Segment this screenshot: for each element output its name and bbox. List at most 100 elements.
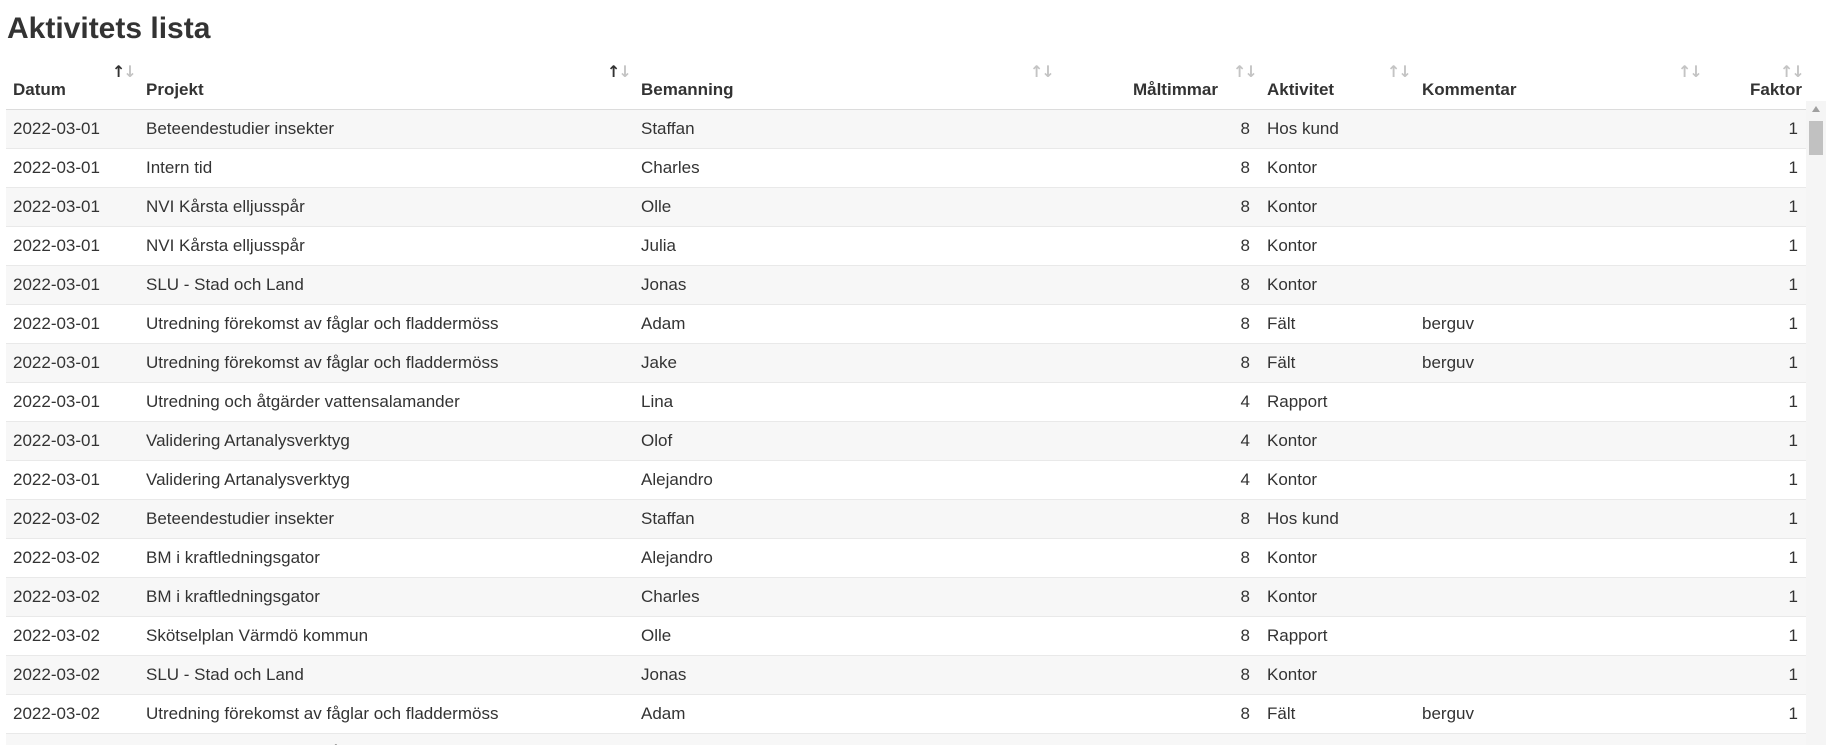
sort-icon[interactable]: ↑↓ (112, 62, 137, 81)
cell-projekt: Utredning förekomst av fåglar och fladde… (139, 694, 634, 734)
table-row[interactable]: 2022-03-02 Beteendestudier insekter Staffa… (6, 499, 1806, 539)
cell-bemanning: Staffan (634, 109, 1057, 149)
cell-faktor: 1 (1743, 265, 1806, 305)
column-label: Måltimmar (1132, 80, 1218, 99)
cell-aktivitet: Rapport (1260, 382, 1415, 422)
table-row[interactable]: 2022-03-02Utredning förekomst av fåglar … (6, 694, 1806, 734)
cell-projekt: Beteendestudier insekter (139, 499, 634, 539)
cell-aktivitet: Hos kund (1260, 109, 1415, 149)
cell-bemanning: Charles (634, 577, 1057, 617)
cell-datum: 2022-03-01 (6, 460, 139, 500)
column-header-bemanning[interactable]: Bemanning ↑↓ (634, 58, 1057, 110)
cell-bemanning: Jake (634, 343, 1057, 383)
cell-faktor: 1 (1743, 382, 1806, 422)
cell-faktor: 1 (1743, 499, 1806, 539)
cell-bemanning: Jonas (634, 265, 1057, 305)
table-row[interactable]: 2022-03-01 Utredning förekomst av fåglar … (6, 304, 1806, 344)
page-title: Aktivitets lista (7, 12, 211, 45)
cell-projekt: Utredning och åtgärder vattensalamander (139, 382, 634, 422)
cell-kommentar: berguv (1415, 343, 1743, 383)
cell-datum: 2022-03-01 (6, 421, 139, 461)
cell-faktor: 1 (1743, 733, 1806, 745)
cell-aktivitet: Hos kund (1260, 499, 1415, 539)
column-header-kommentar[interactable]: Kommentar ↑↓ (1415, 58, 1743, 110)
page: Aktivitets lista Datum ↑↓ Projekt ↑↓ Bem… (0, 0, 1832, 745)
table-row[interactable]: 2022-03-01 Validering Artanalysverktyg Ale… (6, 460, 1806, 500)
column-header-projekt[interactable]: Projekt ↑↓ (139, 58, 634, 110)
table-row[interactable]: 2022-03-01 Validering Artanalysverktyg Olo… (6, 421, 1806, 461)
cell-bemanning: Olle (634, 187, 1057, 227)
cell-faktor: 1 (1743, 616, 1806, 656)
sort-icon[interactable]: ↑↓ (1233, 62, 1258, 81)
column-header-faktor[interactable]: Faktor ↑↓ (1743, 58, 1806, 110)
cell-bemanning: Alejandro (634, 460, 1057, 500)
cell-faktor: 1 (1743, 187, 1806, 227)
cell-faktor: 1 (1743, 109, 1806, 149)
table-row[interactable]: 2022-03-01 Utredning och åtgärder vattens… (6, 382, 1806, 422)
scroll-up-arrow-icon[interactable] (1812, 106, 1820, 112)
cell-projekt: Beteendestudier insekter (139, 109, 634, 149)
sort-icon[interactable]: ↑↓ (1387, 62, 1412, 81)
table-row[interactable]: 2022-03-01 Intern tid Charles 8 Kontor 1 (6, 148, 1806, 188)
table-row[interactable]: 2022-03-01 Utredning förekomst av fåglar … (6, 343, 1806, 383)
cell-kommentar (1415, 538, 1743, 578)
cell-kommentar (1415, 226, 1743, 266)
cell-datum: 2022-03-02 (6, 733, 139, 745)
table-row[interactable]: 2022-03-02Utredning förekomst av fåglar … (6, 733, 1806, 745)
cell-bemanning: Adam (634, 694, 1057, 734)
cell-projekt: Validering Artanalysverktyg (139, 421, 634, 461)
vertical-scrollbar[interactable] (1806, 101, 1826, 745)
cell-datum: 2022-03-01 (6, 109, 139, 149)
cell-projekt: BM i kraftledningsgator (139, 577, 634, 617)
table-row[interactable]: 2022-03-01 NVI Kårsta elljusspår Julia 8 Kon… (6, 226, 1806, 266)
cell-datum: 2022-03-01 (6, 382, 139, 422)
sort-icon[interactable]: ↑↓ (1030, 62, 1055, 81)
cell-maltimmar: 8 (1057, 616, 1260, 656)
cell-maltimmar: 8 (1057, 694, 1260, 734)
cell-maltimmar: 8 (1057, 343, 1260, 383)
cell-aktivitet: Kontor (1260, 421, 1415, 461)
cell-bemanning: Alejandro (634, 538, 1057, 578)
column-header-maltimmar[interactable]: Måltimmar ↑↓ (1057, 58, 1260, 110)
column-label: Aktivitet (1267, 80, 1335, 99)
table-row[interactable]: 2022-03-01 Beteendestudier insekter Staffa… (6, 109, 1806, 149)
activity-table: Datum ↑↓ Projekt ↑↓ Bemanning ↑↓ Måltimm… (6, 58, 1806, 745)
column-header-aktivitet[interactable]: Aktivitet ↑↓ (1260, 58, 1415, 110)
cell-faktor: 1 (1743, 655, 1806, 695)
cell-bemanning: Julia (634, 226, 1057, 266)
cell-bemanning: Olof (634, 421, 1057, 461)
cell-datum: 2022-03-01 (6, 265, 139, 305)
cell-faktor: 1 (1743, 460, 1806, 500)
table-row[interactable]: 2022-03-01 NVI Kårsta elljusspår Olle 8 Kont… (6, 187, 1806, 227)
cell-kommentar (1415, 577, 1743, 617)
table-row[interactable]: 2022-03-01 SLU - Stad och Land Jonas 8 Konto… (6, 265, 1806, 305)
sort-icon[interactable]: ↑↓ (1780, 62, 1805, 81)
table-row[interactable]: 2022-03-02 Skötselplan Värmdö kommun Olle 8… (6, 616, 1806, 656)
column-header-datum[interactable]: Datum ↑↓ (6, 58, 139, 110)
cell-aktivitet: Kontor (1260, 226, 1415, 266)
cell-bemanning: Staffan (634, 499, 1057, 539)
table-row[interactable]: 2022-03-02 BM i kraftledningsgator Charles… (6, 577, 1806, 617)
cell-projekt: SLU - Stad och Land (139, 265, 634, 305)
column-label: Faktor (1750, 80, 1802, 99)
column-label: Kommentar (1422, 80, 1517, 99)
cell-projekt: Intern tid (139, 148, 634, 188)
cell-datum: 2022-03-02 (6, 538, 139, 578)
cell-kommentar: berguv (1415, 304, 1743, 344)
cell-maltimmar: 4 (1057, 382, 1260, 422)
cell-maltimmar: 8 (1057, 577, 1260, 617)
scroll-thumb[interactable] (1809, 121, 1823, 155)
table-row[interactable]: 2022-03-02 SLU - Stad och Land Jonas 8 Konto… (6, 655, 1806, 695)
cell-kommentar: berguv (1415, 733, 1743, 745)
cell-kommentar (1415, 265, 1743, 305)
cell-maltimmar: 8 (1057, 499, 1260, 539)
table-row[interactable]: 2022-03-02 BM i kraftledningsgator Alejand… (6, 538, 1806, 578)
cell-faktor: 1 (1743, 226, 1806, 266)
sort-icon[interactable]: ↑↓ (607, 62, 632, 81)
cell-faktor: 1 (1743, 343, 1806, 383)
table-body: 2022-03-01 Beteendestudier insekter Staffa… (6, 109, 1806, 745)
cell-aktivitet: Fält (1260, 694, 1415, 734)
cell-maltimmar: 8 (1057, 226, 1260, 266)
cell-kommentar: berguv (1415, 694, 1743, 734)
sort-icon[interactable]: ↑↓ (1678, 62, 1703, 81)
